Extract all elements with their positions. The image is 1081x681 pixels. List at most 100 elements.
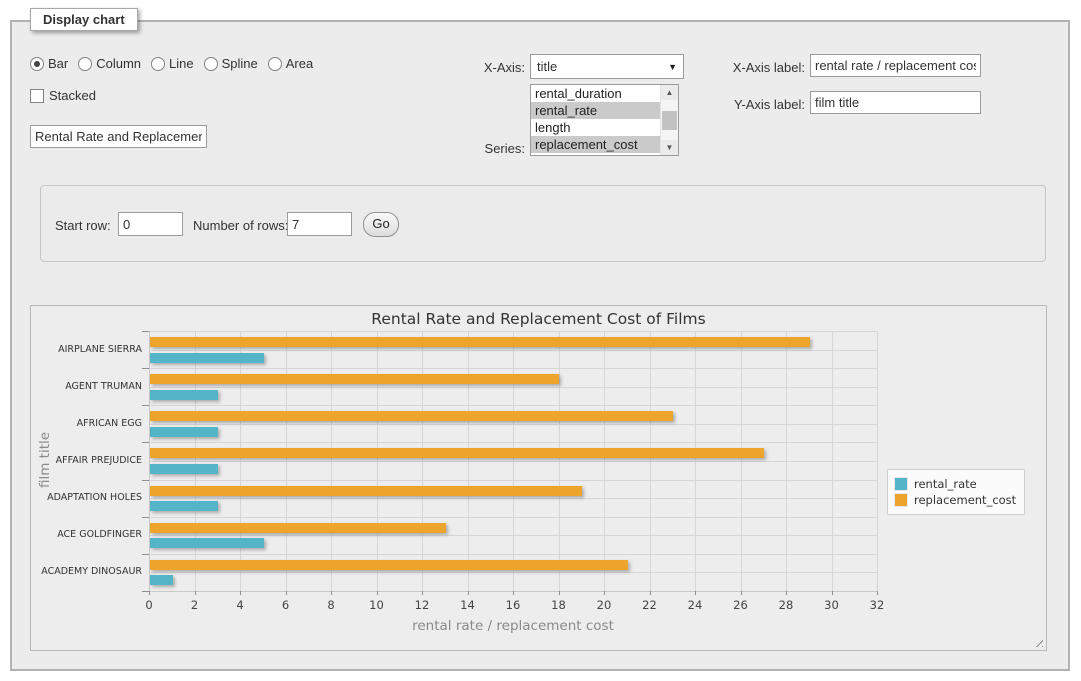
x-axis-select[interactable]: title ▼ [530,54,684,79]
v-gridline [741,331,742,591]
stacked-checkbox-row[interactable]: Stacked [30,88,96,103]
resize-handle-icon[interactable] [1032,636,1043,647]
y-axis-tick [142,591,149,592]
x-axis-label-label: X-Axis label: [710,60,805,75]
chart-type-radio-column[interactable]: Column [78,56,141,71]
bar-replacement_cost-5[interactable] [150,523,446,533]
scrollbar-thumb[interactable] [662,111,677,130]
x-axis-tick-label: 18 [539,598,579,612]
v-gridline [559,331,560,591]
chart-type-label: Area [286,56,313,71]
bar-rental_rate-4[interactable] [150,501,218,511]
y-axis-label-input[interactable] [810,91,981,114]
legend-item-rental_rate[interactable]: rental_rate [894,477,1016,491]
bar-rental_rate-5[interactable] [150,538,264,548]
x-axis-tick [786,591,787,595]
x-axis-tick [468,591,469,595]
y-axis-tick [142,368,149,369]
chart-legend[interactable]: rental_rate replacement_cost [887,469,1025,515]
legend-swatch [894,493,908,507]
series-multiselect[interactable]: rental_durationrental_ratelengthreplacem… [530,84,679,156]
chart-title: Rental Rate and Replacement Cost of Film… [31,310,1046,328]
v-gridline [786,331,787,591]
x-axis-tick [741,591,742,595]
stacked-checkbox[interactable] [30,89,44,103]
y-axis-tick [142,480,149,481]
series-option-length[interactable]: length [531,119,660,136]
bar-replacement_cost-6[interactable] [150,560,628,570]
chart-type-radio-area[interactable]: Area [268,56,313,71]
series-option-replacement_cost[interactable]: replacement_cost [531,136,660,153]
legend-swatch [894,477,908,491]
y-axis-title: film title [37,330,53,590]
legend-item-replacement_cost[interactable]: replacement_cost [894,493,1016,507]
v-gridline [604,331,605,591]
bar-rental_rate-2[interactable] [150,427,218,437]
num-rows-input[interactable] [287,212,352,236]
bar-replacement_cost-1[interactable] [150,374,559,384]
bar-rental_rate-0[interactable] [150,353,264,363]
x-axis-tick [513,591,514,595]
bar-rental_rate-1[interactable] [150,390,218,400]
v-gridline [832,331,833,591]
y-axis-tick [142,405,149,406]
scroll-up-icon[interactable]: ▲ [661,85,678,100]
chart-type-radio-line[interactable]: Line [151,56,194,71]
x-axis-tick [559,591,560,595]
x-axis-tick-label: 32 [857,598,897,612]
chart-type-label: Spline [222,56,258,71]
radio-icon [30,57,44,71]
series-option-rental_duration[interactable]: rental_duration [531,85,660,102]
x-axis-tick-label: 0 [129,598,169,612]
bar-rental_rate-6[interactable] [150,575,173,585]
start-row-label: Start row: [55,218,111,233]
chart-type-label: Line [169,56,194,71]
legend-label: rental_rate [914,477,977,491]
v-gridline [286,331,287,591]
x-axis-label-input[interactable] [810,54,981,77]
radio-icon [78,57,92,71]
x-axis-tick-label: 2 [175,598,215,612]
x-axis-select-value: title [537,59,668,74]
chart-type-label: Column [96,56,141,71]
v-gridline [513,331,514,591]
x-axis-tick [286,591,287,595]
bar-replacement_cost-0[interactable] [150,337,810,347]
x-axis-title: rental rate / replacement cost [149,618,877,634]
chart-type-radio-spline[interactable]: Spline [204,56,258,71]
scroll-down-icon[interactable]: ▼ [661,140,678,155]
y-axis-tick [142,331,149,332]
x-axis-tick [195,591,196,595]
v-gridline [240,331,241,591]
start-row-input[interactable] [118,212,183,236]
bar-replacement_cost-2[interactable] [150,411,673,421]
bar-rental_rate-3[interactable] [150,464,218,474]
x-axis-tick-label: 4 [220,598,260,612]
x-axis-tick-label: 24 [675,598,715,612]
chart-type-radio-bar[interactable]: Bar [30,56,68,71]
series-scrollbar[interactable]: ▲ ▼ [660,85,678,155]
x-axis-tick [877,591,878,595]
row-controls-panel [40,185,1046,262]
v-gridline [331,331,332,591]
x-axis-tick [149,591,150,595]
x-axis-tick [604,591,605,595]
y-axis-tick [142,442,149,443]
bar-replacement_cost-4[interactable] [150,486,582,496]
x-axis-tick-label: 12 [402,598,442,612]
x-axis-tick-label: 14 [448,598,488,612]
chart-title-input[interactable] [30,125,207,148]
series-select-label: Series: [445,141,525,156]
x-axis-tick-label: 20 [584,598,624,612]
go-button[interactable]: Go [363,212,399,237]
radio-icon [151,57,165,71]
bar-replacement_cost-3[interactable] [150,448,764,458]
y-axis-tick [142,517,149,518]
radio-icon [268,57,282,71]
v-gridline [377,331,378,591]
chart-type-radio-group: Bar Column Line Spline Area [30,56,323,71]
series-option-rental_rate[interactable]: rental_rate [531,102,660,119]
v-gridline [468,331,469,591]
x-axis-tick-label: 6 [266,598,306,612]
radio-icon [204,57,218,71]
